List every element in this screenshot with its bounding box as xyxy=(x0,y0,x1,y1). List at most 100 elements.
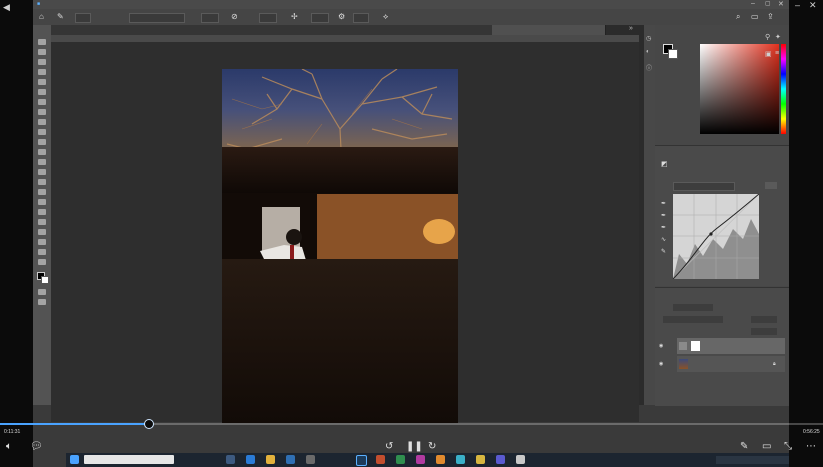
brush-size-field[interactable] xyxy=(75,13,91,23)
frame-tool-icon[interactable] xyxy=(38,99,46,105)
zoom-tool-icon[interactable] xyxy=(38,249,46,255)
auto-button[interactable] xyxy=(765,182,777,189)
brush-icon[interactable]: ✎ xyxy=(57,12,64,21)
gradient-tool-icon[interactable] xyxy=(38,169,46,175)
healing-tool-icon[interactable] xyxy=(38,119,46,125)
curves-graph[interactable] xyxy=(672,193,760,280)
document-tab[interactable] xyxy=(366,25,432,35)
angle-field[interactable] xyxy=(353,13,369,23)
video-progress-handle[interactable] xyxy=(144,419,154,429)
history-brush-tool-icon[interactable] xyxy=(38,149,46,155)
app-icon[interactable] xyxy=(516,455,525,464)
fill-input[interactable] xyxy=(751,328,777,335)
forward-30-icon[interactable]: ↻ xyxy=(428,441,436,453)
system-tray[interactable] xyxy=(716,456,789,464)
exit-fullscreen-icon[interactable]: ⤡ xyxy=(784,441,792,453)
layer-mask-thumbnail[interactable] xyxy=(691,341,700,351)
eyedropper-tool-icon[interactable] xyxy=(38,109,46,115)
adjust-icon[interactable]: ◐ xyxy=(646,49,650,55)
taskbar-search[interactable] xyxy=(84,455,174,464)
opacity-input[interactable] xyxy=(751,316,777,323)
curve-point-icon[interactable]: ∿ xyxy=(661,236,666,243)
photoshop-taskbar-icon[interactable] xyxy=(356,455,367,466)
type-tool-icon[interactable] xyxy=(38,209,46,215)
settings-gear-icon[interactable]: ⚙ xyxy=(338,12,345,21)
more-options-icon[interactable]: ⋯ xyxy=(806,441,816,453)
app-icon[interactable] xyxy=(436,455,445,464)
eraser-tool-icon[interactable] xyxy=(38,159,46,165)
task-view-icon[interactable] xyxy=(226,455,235,464)
smoothing-field[interactable] xyxy=(311,13,329,23)
pen-tool-icon[interactable] xyxy=(38,199,46,205)
player-minimize-icon[interactable]: – xyxy=(795,0,800,10)
list-icon[interactable]: ≡ xyxy=(775,50,779,57)
document-tab-active[interactable] xyxy=(492,25,606,35)
eyedropper-black-icon[interactable]: ✒ xyxy=(661,200,666,207)
screenshot-icon[interactable]: ▣ xyxy=(765,50,772,58)
document-tab[interactable] xyxy=(177,25,243,35)
explorer-icon[interactable] xyxy=(266,455,275,464)
visibility-eye-icon[interactable]: ◉ xyxy=(659,338,663,354)
volume-icon[interactable]: 🔈︎ xyxy=(6,441,12,453)
quick-select-tool-icon[interactable] xyxy=(38,79,46,85)
app-icon[interactable] xyxy=(456,455,465,464)
lightbulb-icon[interactable]: ⚲ xyxy=(765,33,770,41)
layer-row[interactable]: ◉ xyxy=(659,338,785,354)
rectangle-tool-icon[interactable] xyxy=(38,229,46,235)
player-close-icon[interactable]: ✕ xyxy=(809,0,817,11)
rewind-10-icon[interactable]: ↺ xyxy=(385,441,393,453)
background-color-swatch[interactable] xyxy=(41,276,49,284)
blur-tool-icon[interactable] xyxy=(38,179,46,185)
visibility-eye-icon[interactable]: ◉ xyxy=(659,356,663,372)
document-tab[interactable] xyxy=(114,25,180,35)
dodge-tool-icon[interactable] xyxy=(38,189,46,195)
document-tab[interactable] xyxy=(429,25,495,35)
opacity-field[interactable] xyxy=(201,13,219,23)
artboard-tool-icon[interactable] xyxy=(38,49,46,55)
search-icon[interactable]: ⌕ xyxy=(736,12,740,22)
blend-mode-select[interactable] xyxy=(663,316,723,323)
move-tool-icon[interactable] xyxy=(38,39,46,45)
photo-canvas[interactable] xyxy=(222,69,458,423)
preset-select[interactable] xyxy=(673,182,735,191)
crop-tool-icon[interactable] xyxy=(38,89,46,95)
app-icon[interactable] xyxy=(396,455,405,464)
home-icon[interactable]: ⌂ xyxy=(39,12,44,21)
path-select-tool-icon[interactable] xyxy=(38,219,46,225)
pencil-icon[interactable]: ✎ xyxy=(661,248,666,255)
app-icon[interactable] xyxy=(496,455,505,464)
quick-mask-icon[interactable] xyxy=(38,289,46,295)
pin-icon[interactable]: ✦ xyxy=(775,33,781,41)
pressure-opacity-icon[interactable]: ⊘ xyxy=(231,12,238,21)
mail-icon[interactable] xyxy=(286,455,295,464)
minimize-icon[interactable]: – xyxy=(751,0,755,7)
app-icon[interactable] xyxy=(416,455,425,464)
tabs-overflow-icon[interactable]: » xyxy=(629,25,633,32)
clone-stamp-tool-icon[interactable] xyxy=(38,139,46,145)
airbrush-icon[interactable]: ✢ xyxy=(291,12,298,21)
maximize-icon[interactable]: ▢ xyxy=(765,0,771,7)
store-icon[interactable] xyxy=(306,455,315,464)
more-tools-icon[interactable] xyxy=(38,259,46,265)
layer-kind-filter[interactable] xyxy=(673,304,713,311)
draw-icon[interactable]: ✎ xyxy=(740,441,748,453)
panel-background-swatch[interactable] xyxy=(668,49,678,59)
info-icon[interactable]: ⓘ xyxy=(646,63,652,72)
symmetry-icon[interactable]: ⟡ xyxy=(383,12,388,22)
app-icon[interactable] xyxy=(376,455,385,464)
back-icon[interactable]: ◀ xyxy=(3,2,10,13)
eyedropper-gray-icon[interactable]: ✒ xyxy=(661,212,666,219)
close-icon[interactable]: ✕ xyxy=(778,0,784,8)
marquee-tool-icon[interactable] xyxy=(38,59,46,65)
start-icon[interactable] xyxy=(70,455,79,464)
cast-icon[interactable]: ▭ xyxy=(762,441,771,453)
lasso-tool-icon[interactable] xyxy=(38,69,46,75)
history-icon[interactable]: ◷ xyxy=(646,35,651,42)
flow-field[interactable] xyxy=(259,13,277,23)
document-tab[interactable] xyxy=(240,25,306,35)
mode-select[interactable] xyxy=(129,13,185,23)
share-icon[interactable]: ⇪ xyxy=(767,12,774,21)
hand-tool-icon[interactable] xyxy=(38,239,46,245)
workspace-icon[interactable]: ▭ xyxy=(751,12,759,21)
subtitles-icon[interactable]: 💬︎ xyxy=(30,441,43,453)
